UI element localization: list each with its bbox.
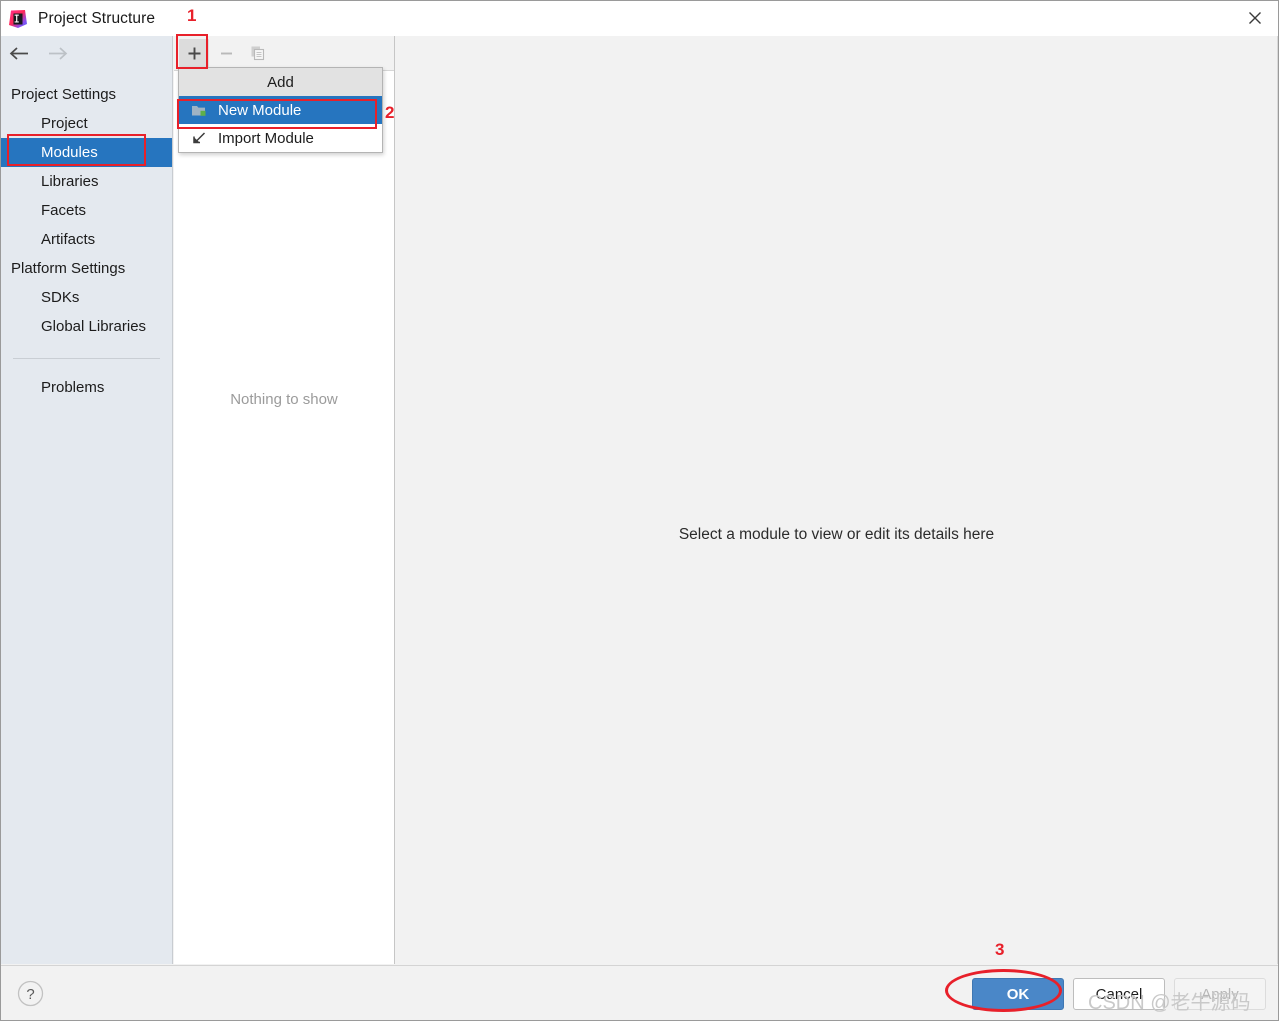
close-icon[interactable] bbox=[1232, 1, 1278, 35]
dialog-body: Project Settings Project Modules Librari… bbox=[1, 36, 1278, 964]
menu-item-new-module[interactable]: New Module bbox=[179, 96, 382, 124]
window-title: Project Structure bbox=[38, 10, 155, 28]
dialog-button-bar: ? OK Cancel Apply bbox=[1, 965, 1278, 1020]
sidebar-item-artifacts[interactable]: Artifacts bbox=[1, 225, 172, 254]
menu-item-label: New Module bbox=[218, 102, 301, 119]
title-bar: Project Structure bbox=[1, 1, 1278, 36]
sidebar-item-modules[interactable]: Modules bbox=[1, 138, 172, 167]
folder-add-icon bbox=[191, 102, 208, 118]
menu-item-import-module[interactable]: Import Module bbox=[179, 124, 382, 152]
window-right-edge bbox=[1277, 36, 1278, 964]
module-list-panel: Nothing to show bbox=[174, 36, 394, 964]
sidebar-group-platform-settings: Platform Settings bbox=[1, 254, 172, 283]
apply-button[interactable]: Apply bbox=[1174, 978, 1266, 1010]
intellij-idea-logo-icon bbox=[8, 9, 28, 29]
project-structure-dialog: Project Structure bbox=[0, 0, 1279, 1021]
dialog-actions: OK Cancel Apply bbox=[972, 978, 1266, 1010]
nav-arrow-bar bbox=[1, 36, 172, 70]
settings-sidebar: Project Settings Project Modules Librari… bbox=[1, 36, 173, 964]
popup-menu-header: Add bbox=[179, 68, 382, 96]
sidebar-item-sdks[interactable]: SDKs bbox=[1, 283, 172, 312]
question-mark-icon[interactable]: ? bbox=[17, 980, 44, 1007]
module-detail-panel: Select a module to view or edit its deta… bbox=[395, 36, 1278, 964]
add-popup-menu: Add New Module Import Module bbox=[178, 67, 383, 153]
copy-button[interactable] bbox=[243, 39, 273, 67]
detail-panel-hint: Select a module to view or edit its deta… bbox=[395, 526, 1278, 544]
svg-text:?: ? bbox=[26, 986, 34, 1003]
sidebar-items: Project Settings Project Modules Librari… bbox=[1, 70, 172, 402]
sidebar-item-libraries[interactable]: Libraries bbox=[1, 167, 172, 196]
sidebar-item-facets[interactable]: Facets bbox=[1, 196, 172, 225]
menu-item-label: Import Module bbox=[218, 130, 314, 147]
remove-button[interactable] bbox=[211, 39, 241, 67]
import-arrow-icon bbox=[191, 130, 208, 146]
cancel-button[interactable]: Cancel bbox=[1073, 978, 1165, 1010]
arrow-right-icon[interactable] bbox=[47, 46, 68, 61]
add-button[interactable] bbox=[179, 39, 209, 67]
module-list-empty-text: Nothing to show bbox=[174, 391, 394, 408]
module-toolbar bbox=[174, 36, 394, 71]
ok-button[interactable]: OK bbox=[972, 978, 1064, 1010]
sidebar-group-project-settings: Project Settings bbox=[1, 80, 172, 109]
sidebar-divider bbox=[13, 358, 160, 359]
arrow-left-icon[interactable] bbox=[9, 46, 30, 61]
sidebar-item-project[interactable]: Project bbox=[1, 109, 172, 138]
sidebar-item-problems[interactable]: Problems bbox=[1, 373, 172, 402]
sidebar-item-global-libraries[interactable]: Global Libraries bbox=[1, 312, 172, 341]
